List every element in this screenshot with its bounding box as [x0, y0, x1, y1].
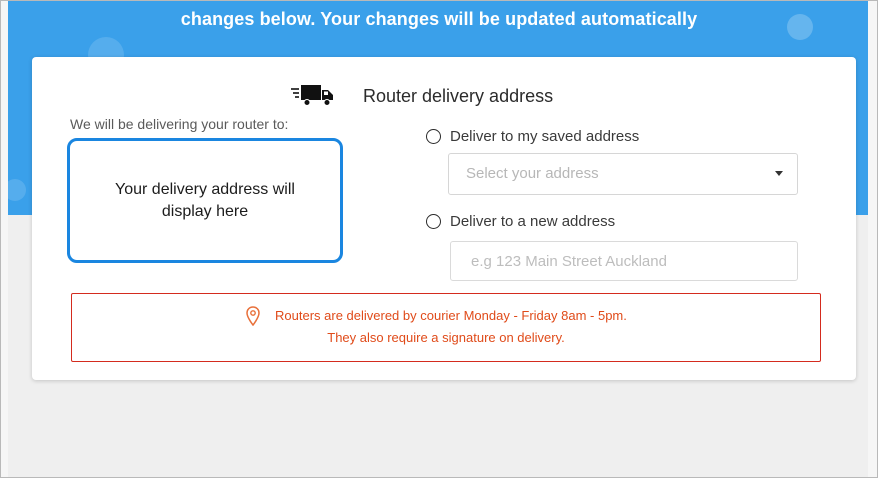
delivery-notice: Routers are delivered by courier Monday … [71, 293, 821, 362]
page-gutter-left [1, 1, 8, 477]
delivery-address-card: Router delivery address We will be deliv… [32, 57, 856, 380]
delivery-address-display: Your delivery address will display here [67, 138, 343, 263]
page-gutter-right [868, 1, 877, 477]
hero-heading: changes below. Your changes will be upda… [180, 9, 698, 29]
saved-address-radio[interactable] [426, 129, 441, 144]
card-title: Router delivery address [363, 86, 554, 106]
chevron-down-icon[interactable] [775, 171, 783, 176]
saved-address-select[interactable]: Select your address [448, 153, 798, 195]
delivery-truck-icon [291, 85, 333, 106]
notice-line-1: Routers are delivered by courier Monday … [275, 308, 627, 323]
location-pin-icon [246, 306, 260, 326]
saved-address-select-placeholder: Select your address [466, 165, 599, 182]
option-saved-address[interactable]: Deliver to my saved address [426, 128, 639, 145]
delivering-to-label: We will be delivering your router to: [70, 116, 289, 132]
notice-line-2: They also require a signature on deliver… [327, 330, 565, 345]
new-address-label[interactable]: Deliver to a new address [450, 213, 615, 230]
option-new-address[interactable]: Deliver to a new address [426, 213, 615, 230]
new-address-input[interactable] [450, 241, 798, 281]
new-address-radio[interactable] [426, 214, 441, 229]
browser-viewport: changes below. Your changes will be upda… [0, 0, 878, 478]
saved-address-label[interactable]: Deliver to my saved address [450, 128, 639, 145]
delivery-address-placeholder: Your delivery address will display here [115, 180, 295, 220]
decorative-bubble [8, 179, 26, 201]
